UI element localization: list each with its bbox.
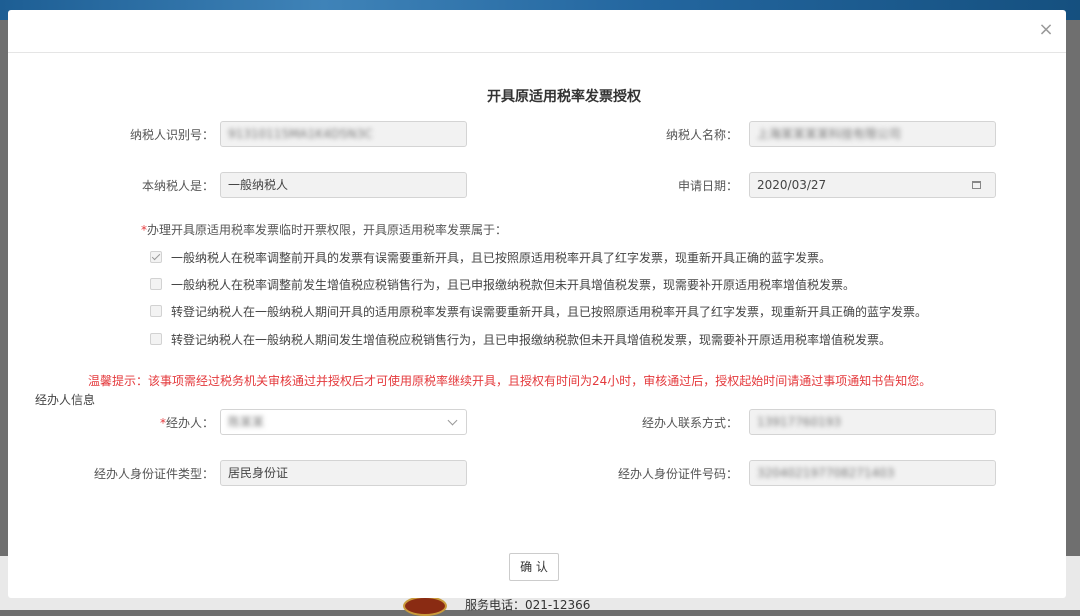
taxpayer-type-label: 本纳税人是： — [141, 179, 214, 193]
agent-name-select[interactable]: 陈某某 — [220, 409, 467, 435]
agent-id-no-field: 320402197708271403 — [749, 460, 996, 486]
close-icon[interactable]: × — [1036, 20, 1056, 40]
apply-date-label: 申请日期： — [677, 179, 738, 193]
taxpayer-id-field: 91310115MA1K4D5N3C — [220, 121, 467, 147]
warm-tip: 温馨提示：该事项需经过税务机关审核通过并授权后才可使用原税率继续开具，且授权有时… — [88, 374, 932, 388]
taxpayer-name-value: 上海某某某某科技有限公司 — [757, 127, 902, 141]
scope-prompt: *办理开具原适用税率发票临时开票权限，开具原适用税率发票属于： — [141, 216, 507, 244]
scope-option-2-label: 一般纳税人在税率调整前发生增值税应税销售行为，且已申报缴纳税款但未开具增值税发票… — [171, 277, 856, 292]
authorization-dialog: × 开具原适用税率发票授权 纳税人识别号： 91310115MA1K4D5N3C… — [8, 10, 1066, 598]
agent-id-no-label: 经办人身份证件号码： — [617, 467, 738, 481]
scope-option-3[interactable]: 转登记纳税人在一般纳税人期间开具的适用原税率发票有误需要重新开具，且已按照原适用… — [150, 301, 927, 321]
taxpayer-name-label: 纳税人名称： — [665, 128, 738, 142]
agent-name-label: *经办人： — [68, 409, 214, 437]
service-phone: 服务电话：021-12366 — [465, 598, 591, 612]
calendar-icon — [972, 181, 981, 189]
checkbox[interactable] — [150, 278, 162, 290]
dialog-header — [8, 10, 1066, 53]
agent-name-label-text: 经办人： — [165, 416, 214, 430]
scope-option-2[interactable]: 一般纳税人在税率调整前发生增值税应税销售行为，且已申报缴纳税款但未开具增值税发票… — [150, 274, 855, 294]
agent-contact-label: 经办人联系方式： — [641, 416, 738, 430]
scope-option-1[interactable]: 一般纳税人在税率调整前开具的发票有误需要重新开具，且已按照原适用税率开具了红字发… — [150, 247, 831, 267]
agent-section-title: 经办人信息 — [35, 393, 96, 407]
scope-option-4-label: 转登记纳税人在一般纳税人期间发生增值税应税销售行为，且已申报缴纳税款但未开具增值… — [171, 332, 892, 347]
scope-option-1-label: 一般纳税人在税率调整前开具的发票有误需要重新开具，且已按照原适用税率开具了红字发… — [171, 250, 832, 265]
taxpayer-id-value: 91310115MA1K4D5N3C — [228, 127, 373, 141]
scope-option-4[interactable]: 转登记纳税人在一般纳税人期间发生增值税应税销售行为，且已申报缴纳税款但未开具增值… — [150, 329, 891, 349]
agent-contact-value: 13917760193 — [757, 415, 841, 429]
agent-id-no-value: 320402197708271403 — [757, 466, 895, 480]
checkbox[interactable] — [150, 333, 162, 345]
tax-bureau-logo-icon — [403, 596, 447, 616]
chevron-down-icon — [447, 415, 458, 426]
confirm-button[interactable]: 确 认 — [509, 553, 559, 581]
apply-date-field: 2020/03/27 — [749, 172, 996, 198]
agent-name-value: 陈某某 — [228, 415, 265, 429]
agent-contact-field: 13917760193 — [749, 409, 996, 435]
dialog-title: 开具原适用税率发票授权 — [487, 89, 641, 105]
checkbox[interactable] — [150, 305, 162, 317]
apply-date-value: 2020/03/27 — [757, 178, 827, 192]
taxpayer-name-field: 上海某某某某科技有限公司 — [749, 121, 996, 147]
agent-id-type-field: 居民身份证 — [220, 460, 467, 486]
scope-prompt-text: 办理开具原适用税率发票临时开票权限，开具原适用税率发票属于： — [147, 223, 508, 237]
agent-id-type-label: 经办人身份证件类型： — [93, 467, 214, 481]
taxpayer-type-field: 一般纳税人 — [220, 172, 467, 198]
taxpayer-id-label: 纳税人识别号： — [129, 128, 214, 142]
checkbox-checked[interactable] — [150, 251, 162, 263]
scope-option-3-label: 转登记纳税人在一般纳税人期间开具的适用原税率发票有误需要重新开具，且已按照原适用… — [171, 304, 928, 319]
